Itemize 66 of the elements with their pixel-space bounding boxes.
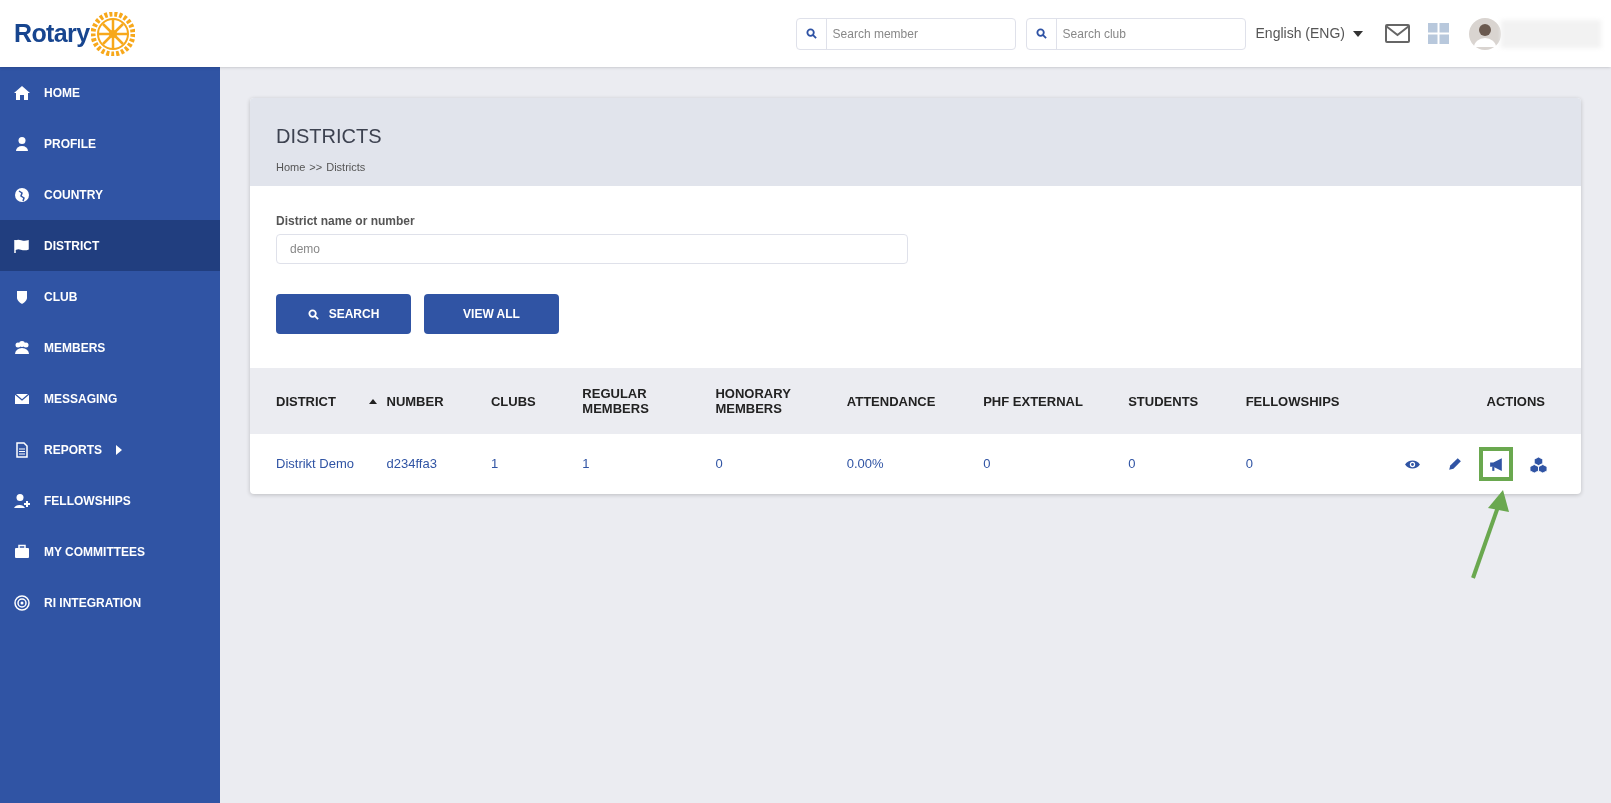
table-cell: 1 (582, 434, 716, 494)
megaphone-button[interactable] (1479, 447, 1513, 481)
envelope-icon[interactable] (1385, 24, 1410, 43)
column-header[interactable]: CLUBS (490, 393, 583, 409)
column-header[interactable]: HONORARY MEMBERS (715, 386, 847, 416)
sidebar-item[interactable]: RI INTEGRATION (0, 577, 220, 628)
avatar-icon[interactable] (1469, 17, 1501, 50)
table-cell: 0 (983, 434, 1129, 494)
sidebar-item[interactable]: HOME (0, 67, 220, 118)
target-icon (14, 594, 30, 611)
person-icon (14, 135, 30, 152)
people-icon (14, 339, 30, 356)
caret-right-icon (116, 444, 122, 455)
sidebar-item[interactable]: DISTRICT (0, 220, 220, 271)
sidebar-item[interactable]: COUNTRY (0, 169, 220, 220)
sort-caret-icon[interactable] (368, 398, 377, 404)
sidebar-item[interactable]: FELLOWSHIPS (0, 475, 220, 526)
gear-wheel-icon (91, 11, 136, 56)
sidebar-item[interactable]: CLUB (0, 271, 220, 322)
column-header[interactable]: ATTENDANCE (846, 393, 984, 409)
search-icon (1035, 28, 1047, 39)
search-member-input[interactable]: Search member (826, 24, 1015, 43)
language-dropdown[interactable]: English (ENG) (1255, 23, 1363, 44)
table-cell: Distrikt Demo (250, 434, 387, 494)
search-member-field[interactable]: Search member (795, 17, 1016, 50)
column-header[interactable]: PHF EXTERNAL (983, 393, 1129, 409)
globe-icon (14, 186, 30, 203)
person-plus-icon (14, 492, 30, 509)
table-cell: d234ffa3 (386, 434, 491, 494)
search-button[interactable]: SEARCH (276, 294, 411, 334)
sidebar-item[interactable]: PROFILE (0, 118, 220, 169)
sidebar-item[interactable]: MY COMMITTEES (0, 526, 220, 577)
rotary-logo-text: Rotary (14, 17, 90, 49)
shield-icon (14, 288, 30, 305)
sidebar-item[interactable]: MESSAGING (0, 373, 220, 424)
column-header[interactable]: FELLOWSHIPS (1245, 393, 1395, 409)
table-cell: 1 (490, 434, 583, 494)
column-header[interactable]: DISTRICT (276, 393, 387, 409)
document-icon (14, 441, 30, 458)
breadcrumb-item: Districts (326, 160, 366, 175)
column-header[interactable]: STUDENTS (1128, 393, 1246, 409)
cubes-icon (1529, 455, 1547, 473)
table-cell: 0 (1128, 434, 1246, 494)
breadcrumb-item[interactable]: Home (276, 159, 306, 176)
district-search-field[interactable]: demo (276, 234, 908, 264)
search-icon (307, 308, 319, 320)
sidebar-item[interactable]: REPORTS (0, 424, 220, 475)
column-header[interactable]: ACTIONS (1395, 393, 1555, 409)
view-all-button[interactable]: VIEW ALL (424, 294, 559, 334)
page-title: DISTRICTS (276, 124, 383, 149)
field-label: District name or number (276, 213, 416, 230)
flag-icon (14, 237, 30, 254)
caret-icon (1353, 30, 1363, 37)
table-cell: 0 (715, 434, 847, 494)
search-club-field[interactable]: Search club (1025, 17, 1246, 50)
search-club-input[interactable]: Search club (1056, 24, 1245, 43)
megaphone-icon (1487, 455, 1505, 473)
column-header[interactable]: REGULAR MEMBERS (582, 386, 716, 416)
briefcase-icon (14, 543, 30, 560)
search-icon (805, 28, 817, 39)
table-cell: 0.00% (846, 434, 984, 494)
sidebar-item[interactable]: MEMBERS (0, 322, 220, 373)
home-icon (14, 84, 30, 101)
breadcrumb-item: >> (309, 160, 323, 175)
table-cell: 0 (1245, 434, 1395, 494)
column-header[interactable]: NUMBER (386, 393, 491, 409)
